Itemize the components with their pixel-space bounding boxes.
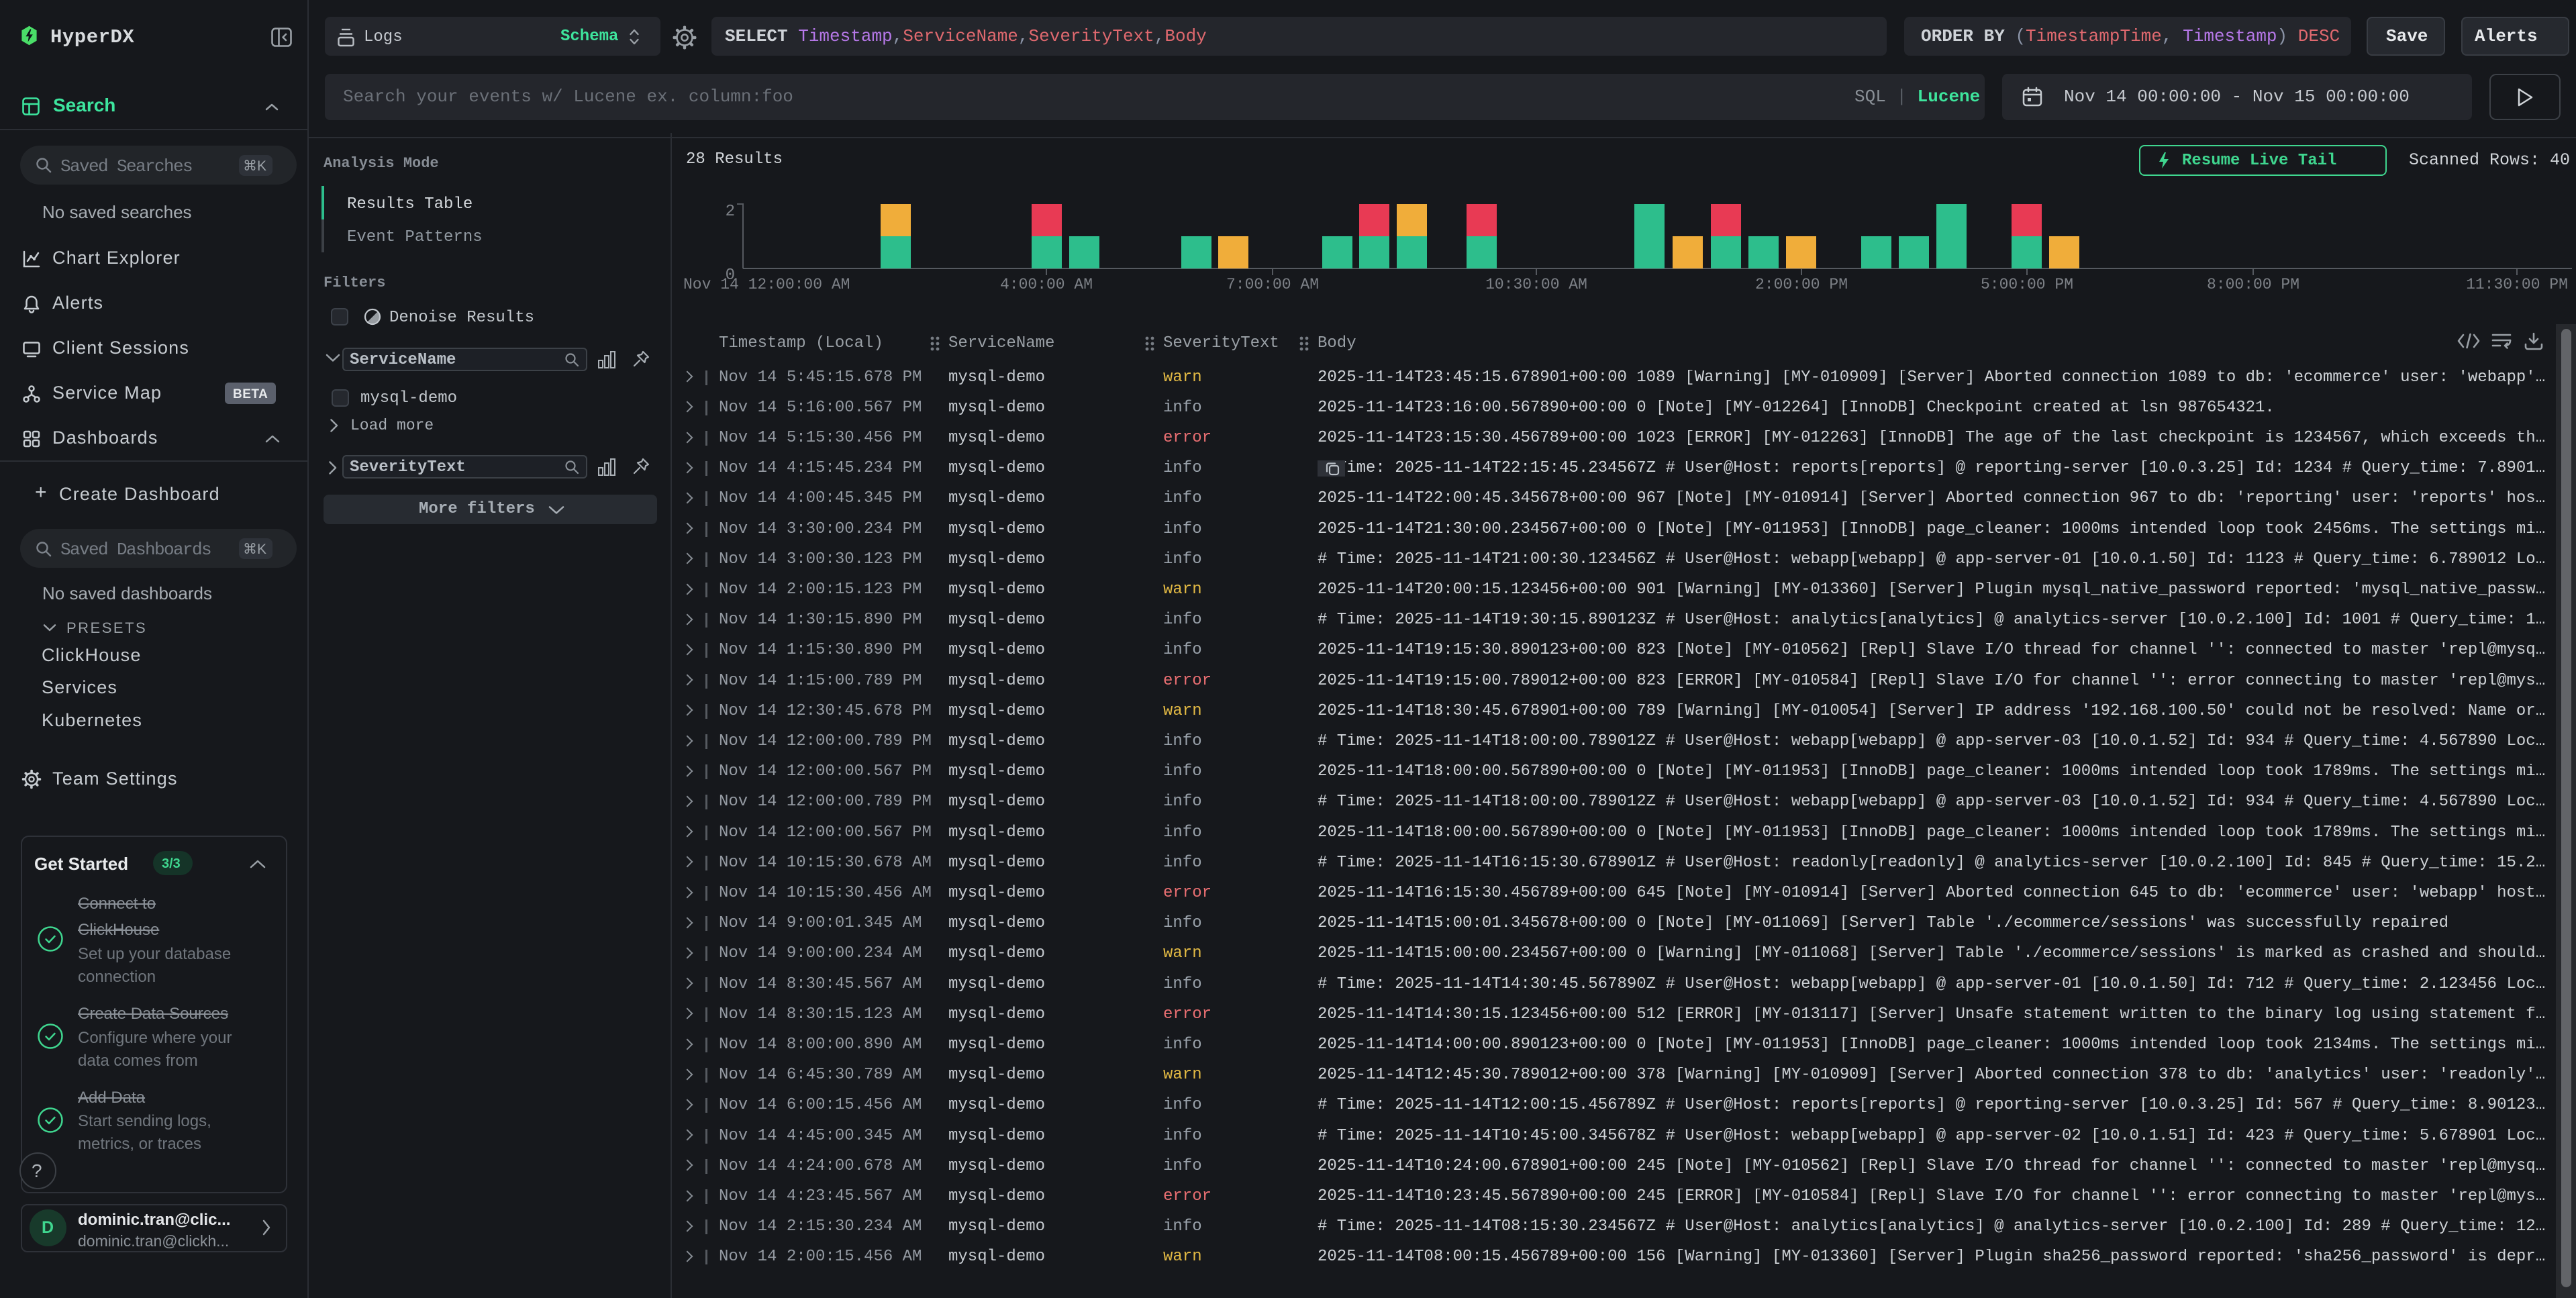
svg-text:2: 2 [726,203,735,221]
svg-text:4:00:00 AM: 4:00:00 AM [1000,276,1093,293]
svg-text:10:30:00 AM: 10:30:00 AM [1485,276,1587,293]
svg-text:8:00:00 PM: 8:00:00 PM [2207,276,2299,293]
svg-text:7:00:00 AM: 7:00:00 AM [1226,276,1319,293]
svg-text:Nov 14 12:00:00 AM: Nov 14 12:00:00 AM [683,276,850,293]
svg-text:2:00:00 PM: 2:00:00 PM [1755,276,1848,293]
svg-text:11:30:00 PM: 11:30:00 PM [2466,276,2568,293]
svg-text:5:00:00 PM: 5:00:00 PM [1981,276,2073,293]
